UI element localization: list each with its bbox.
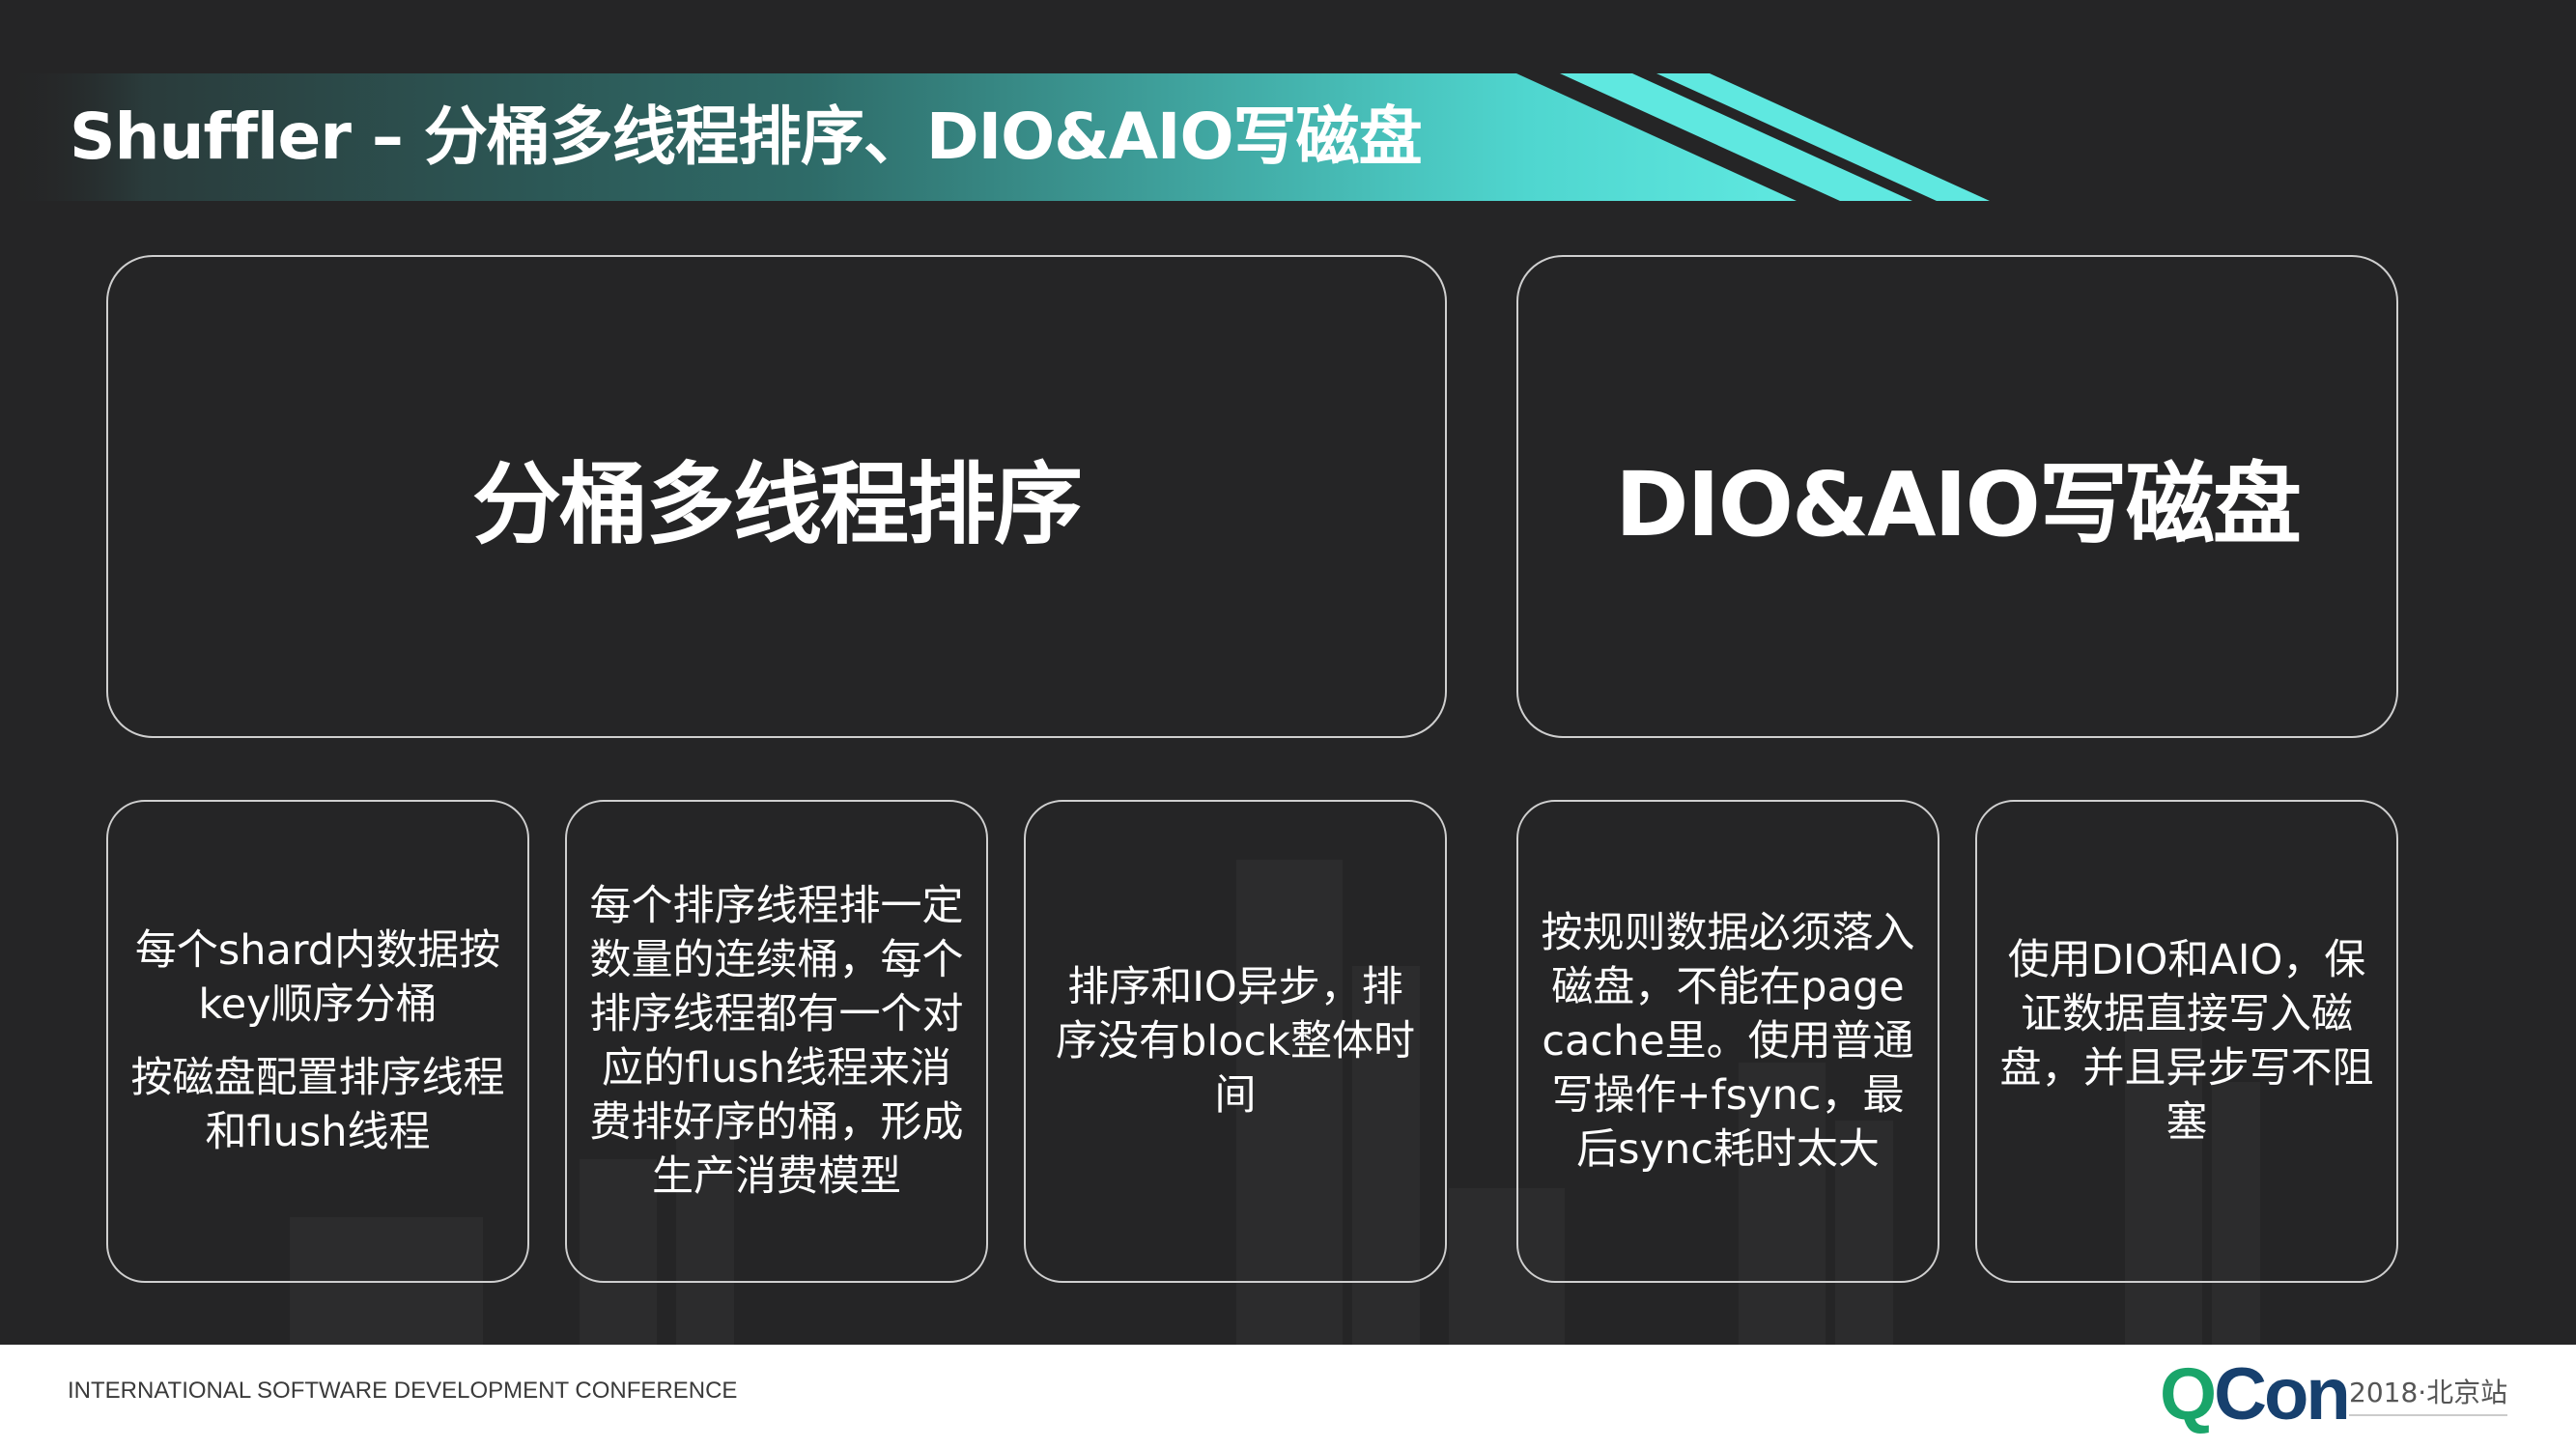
card-dio-aio: 使用DIO和AIO，保证数据直接写入磁盘，并且异步写不阻塞 [1975,800,2398,1283]
qcon-logo-q: Q [2160,1353,2217,1435]
card-sort-threads: 每个排序线程排一定数量的连续桶，每个排序线程都有一个对应的flush线程来消费排… [565,800,988,1283]
right-panel-heading: DIO&AIO写磁盘 [1615,452,2302,556]
slide-canvas: Shuffler – 分桶多线程排序、DIO&AIO写磁盘 分桶多线程排序 DI… [0,0,2576,1345]
card-line: 按磁盘配置排序线程和flush线程 [130,1054,505,1156]
qcon-logo: QCon [2160,1353,2351,1435]
card-text: 使用DIO和AIO，保证数据直接写入磁盘，并且异步写不阻塞 [1999,936,2374,1147]
card-sort-io-async: 排序和IO异步，排序没有block整体时间 [1024,800,1447,1283]
conference-name: INTERNATIONAL SOFTWARE DEVELOPMENT CONFE… [68,1378,738,1404]
card-text: 每个shard内数据按key顺序分桶 按磁盘配置排序线程和flush线程 [129,923,506,1159]
slide-title: Shuffler – 分桶多线程排序、DIO&AIO写磁盘 [70,99,1423,174]
right-panel: DIO&AIO写磁盘 [1516,255,2398,738]
qcon-logo-con: Con [2214,1353,2351,1435]
card-fsync-cost: 按规则数据必须落入磁盘，不能在page cache里。使用普通写操作+fsync… [1516,800,1939,1283]
card-text: 排序和IO异步，排序没有block整体时间 [1055,963,1416,1120]
card-shard-bucketing: 每个shard内数据按key顺序分桶 按磁盘配置排序线程和flush线程 [106,800,529,1283]
card-text: 每个排序线程排一定数量的连续桶，每个排序线程都有一个对应的flush线程来消费排… [589,882,964,1201]
card-line: 每个shard内数据按key顺序分桶 [134,926,501,1029]
left-panel: 分桶多线程排序 [106,255,1447,738]
qcon-edition: 2018·北京站 [2349,1372,2508,1416]
left-panel-heading: 分桶多线程排序 [471,452,1083,556]
card-text: 按规则数据必须落入磁盘，不能在page cache里。使用普通写操作+fsync… [1541,909,1915,1174]
